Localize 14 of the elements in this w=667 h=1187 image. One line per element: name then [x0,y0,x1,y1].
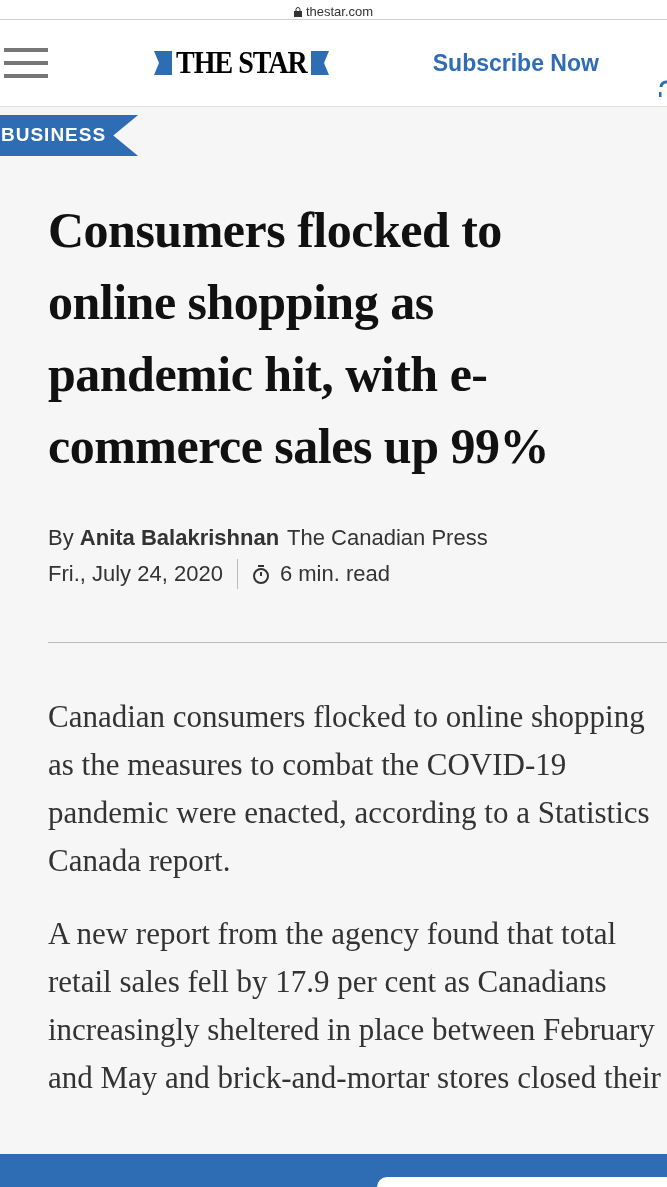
menu-icon[interactable] [4,48,48,78]
headline: Consumers flocked to online shopping as pandemic hit, with e-commerce sales up 99% [48,201,550,476]
stopwatch-icon [251,564,270,584]
article-paragraph: Canadian consumers flocked to online shopping as the measures to combat the COVID-19 pandemic were enacted, according to a Statistics Canada report. [48,698,651,880]
source-name: The Canadian Press [287,524,488,552]
section-tag[interactable]: BUSINESS [0,115,139,156]
byline: By Anita Balakrishnan [48,524,280,552]
url-text[interactable]: thestar.com [305,5,374,19]
subscribe-link[interactable]: Subscribe Now [432,45,599,81]
read-time: 6 min. read [279,560,390,588]
lock-icon [293,7,302,17]
publish-date: Fri., July 24, 2020 [48,560,223,588]
article-paragraph: A new report from the agency found that total retail sales fell by 17.9 per cent as Canadians increasingly sheltered in place between February and May and brick-and-mortar stores closed their [48,915,662,1097]
site-logo[interactable]: THE STAR [154,48,329,78]
